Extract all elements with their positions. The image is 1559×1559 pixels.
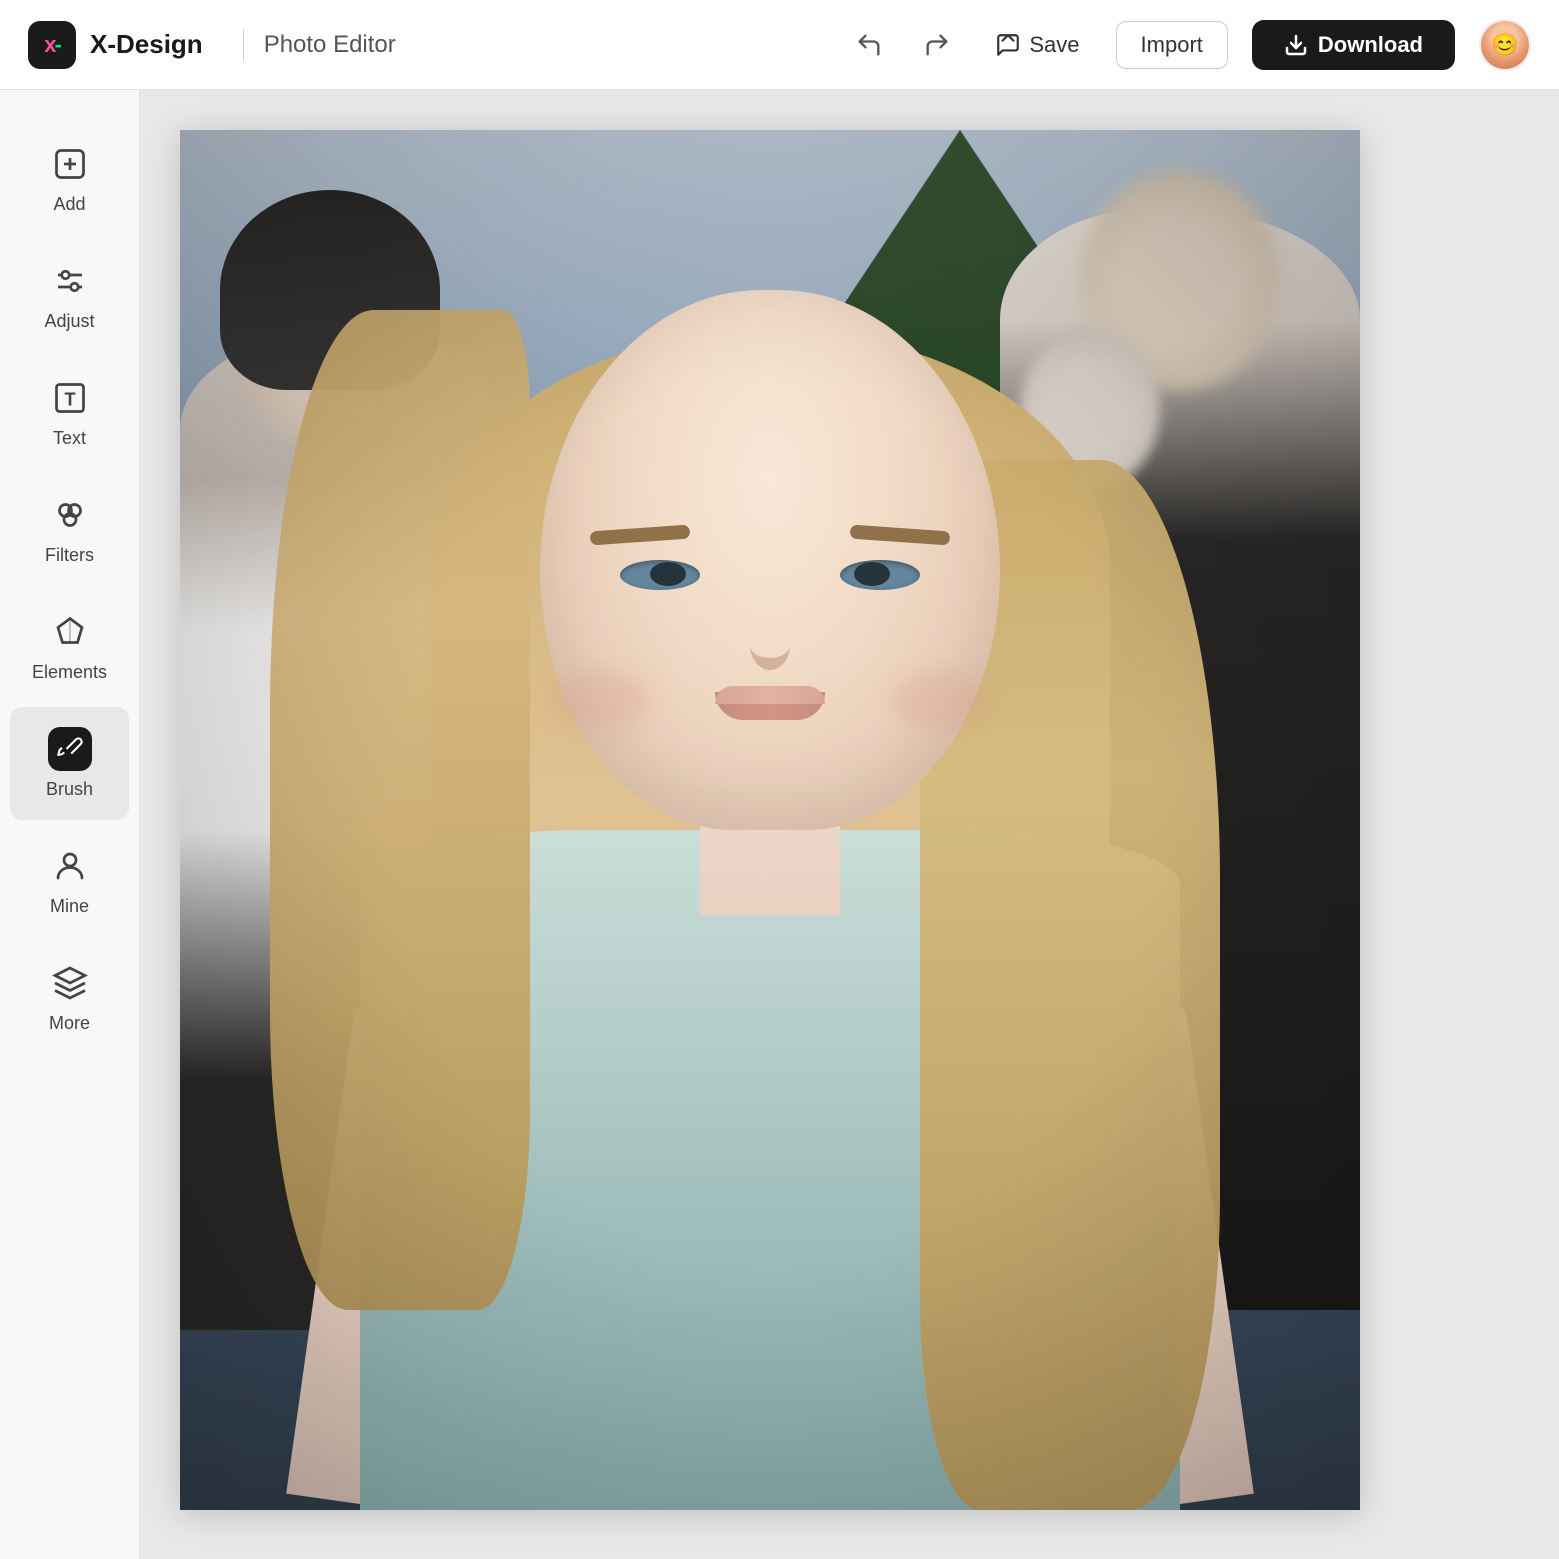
sidebar-item-adjust[interactable]: Adjust xyxy=(10,239,129,352)
sidebar-item-more[interactable]: More xyxy=(10,941,129,1054)
redo-icon xyxy=(923,31,951,59)
main-layout: Add Adjust T Text xyxy=(0,90,1559,1559)
sidebar-item-mine-label: Mine xyxy=(50,896,89,917)
photo-canvas[interactable] xyxy=(180,130,1360,1510)
sidebar-item-text-label: Text xyxy=(53,428,86,449)
photo-background xyxy=(180,130,1360,1510)
sidebar-item-filters[interactable]: Filters xyxy=(10,473,129,586)
sidebar-item-text[interactable]: T Text xyxy=(10,356,129,469)
brush-icon xyxy=(48,727,92,771)
sidebar-item-mine[interactable]: Mine xyxy=(10,824,129,937)
sliders-icon xyxy=(48,259,92,303)
canvas-area[interactable] xyxy=(140,90,1559,1559)
download-button[interactable]: Download xyxy=(1252,20,1455,70)
sidebar-item-brush-label: Brush xyxy=(46,779,93,800)
sidebar-item-brush[interactable]: Brush xyxy=(10,707,129,820)
logo-container: x- X-Design xyxy=(28,21,203,69)
plus-square-icon xyxy=(48,142,92,186)
redo-button[interactable] xyxy=(915,23,959,67)
save-icon xyxy=(995,32,1021,58)
undo-icon xyxy=(855,31,883,59)
download-label: Download xyxy=(1318,32,1423,58)
app-name: X-Design xyxy=(90,29,203,60)
elements-icon xyxy=(48,610,92,654)
undo-button[interactable] xyxy=(847,23,891,67)
page-title: Photo Editor xyxy=(264,31,396,59)
person-icon xyxy=(48,844,92,888)
svg-text:T: T xyxy=(64,390,75,410)
sidebar-item-elements-label: Elements xyxy=(32,662,107,683)
cheek-left xyxy=(550,670,650,730)
cube-icon xyxy=(48,961,92,1005)
header-divider xyxy=(243,29,244,61)
avatar[interactable]: 😊 xyxy=(1479,19,1531,71)
pupil-right xyxy=(854,562,890,586)
save-label: Save xyxy=(1029,32,1079,58)
download-icon xyxy=(1284,33,1308,57)
sidebar: Add Adjust T Text xyxy=(0,90,140,1559)
hair-strand-left xyxy=(270,310,530,1310)
cheek-right xyxy=(890,670,990,730)
sidebar-item-filters-label: Filters xyxy=(45,545,94,566)
import-label: Import xyxy=(1141,32,1203,57)
header-actions: Save Import Download 😊 xyxy=(847,19,1531,71)
import-button[interactable]: Import xyxy=(1116,21,1228,69)
subject-face xyxy=(540,290,1000,830)
text-icon: T xyxy=(48,376,92,420)
subject-nose xyxy=(750,620,790,670)
save-button[interactable]: Save xyxy=(983,24,1091,66)
logo-icon: x- xyxy=(28,21,76,69)
sidebar-item-add[interactable]: Add xyxy=(10,122,129,235)
pupil-left xyxy=(650,562,686,586)
upper-lip xyxy=(715,686,825,704)
sidebar-item-add-label: Add xyxy=(53,194,85,215)
sidebar-item-more-label: More xyxy=(49,1013,90,1034)
sidebar-item-elements[interactable]: Elements xyxy=(10,590,129,703)
filters-icon xyxy=(48,493,92,537)
app-header: x- X-Design Photo Editor S xyxy=(0,0,1559,90)
sidebar-item-adjust-label: Adjust xyxy=(44,311,94,332)
